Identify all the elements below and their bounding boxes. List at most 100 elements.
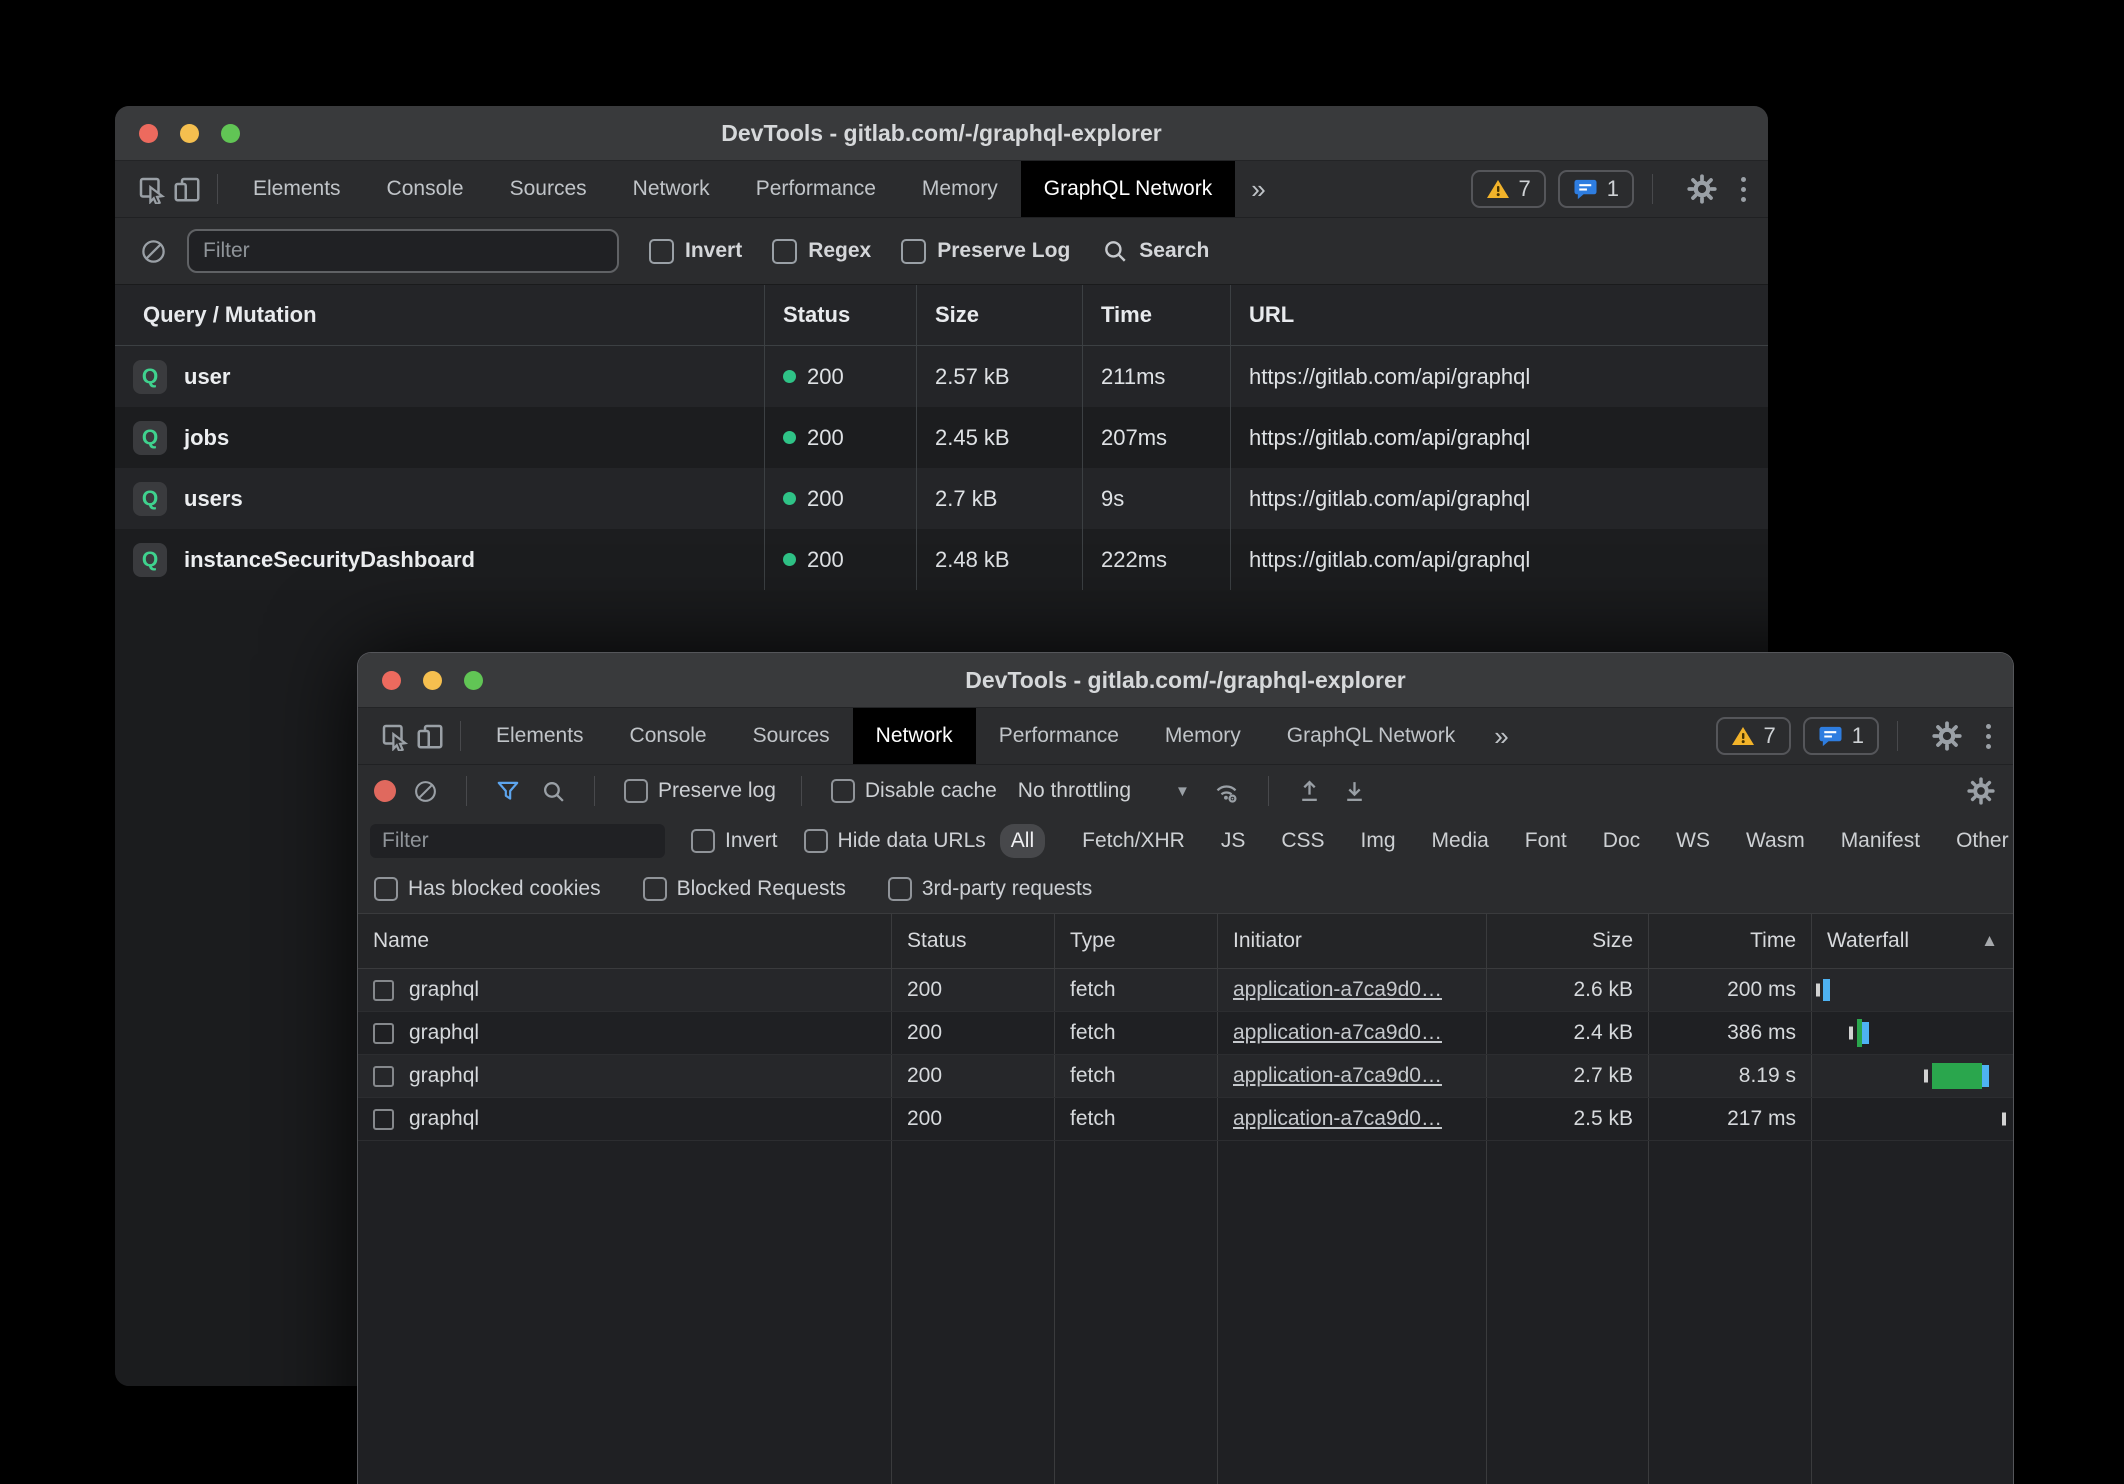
blocked-requests-checkbox[interactable]: Blocked Requests <box>643 877 846 901</box>
type-filter-doc[interactable]: Doc <box>1592 824 1651 858</box>
invert-checkbox[interactable]: Invert <box>691 829 778 853</box>
col-time[interactable]: Time <box>1083 285 1231 345</box>
tab-elements[interactable]: Elements <box>230 161 364 217</box>
tab-console[interactable]: Console <box>364 161 487 217</box>
type-filter-other[interactable]: Other <box>1945 824 2014 858</box>
type-filter-font[interactable]: Font <box>1514 824 1578 858</box>
checkbox[interactable] <box>643 877 667 901</box>
hide-data-urls-checkbox[interactable]: Hide data URLs <box>804 829 986 853</box>
warnings-badge[interactable]: 7 <box>1716 717 1791 755</box>
col-time[interactable]: Time <box>1649 914 1812 968</box>
more-tabs-chevron-icon[interactable]: » <box>1494 721 1508 752</box>
col-initiator[interactable]: Initiator <box>1218 914 1487 968</box>
checkbox[interactable] <box>649 239 674 264</box>
checkbox[interactable] <box>691 829 715 853</box>
row-checkbox[interactable] <box>373 1023 394 1044</box>
tab-console[interactable]: Console <box>607 708 730 764</box>
preserve-log-checkbox[interactable]: Preserve Log <box>901 239 1070 264</box>
settings-gear-icon[interactable] <box>1687 174 1717 204</box>
third-party-requests-checkbox[interactable]: 3rd-party requests <box>888 877 1092 901</box>
tab-sources[interactable]: Sources <box>730 708 853 764</box>
invert-checkbox[interactable]: Invert <box>649 239 742 264</box>
request-row[interactable]: graphql 200 fetch application-a7ca9d0… 2… <box>358 969 2013 1012</box>
tab-performance[interactable]: Performance <box>976 708 1142 764</box>
checkbox[interactable] <box>901 239 926 264</box>
disable-cache-checkbox[interactable]: Disable cache <box>831 779 997 803</box>
type-filter-fetch-xhr[interactable]: Fetch/XHR <box>1071 824 1196 858</box>
tab-performance[interactable]: Performance <box>733 161 899 217</box>
tab-sources[interactable]: Sources <box>487 161 610 217</box>
has-blocked-cookies-checkbox[interactable]: Has blocked cookies <box>374 877 601 901</box>
checkbox[interactable] <box>374 877 398 901</box>
tab-graphql-network[interactable]: GraphQL Network <box>1021 161 1235 217</box>
initiator-link[interactable]: application-a7ca9d0… <box>1233 1107 1442 1131</box>
type-filter-img[interactable]: Img <box>1350 824 1407 858</box>
titlebar[interactable]: DevTools - gitlab.com/-/graphql-explorer <box>115 106 1768 161</box>
initiator-link[interactable]: application-a7ca9d0… <box>1233 1064 1442 1088</box>
type-filter-media[interactable]: Media <box>1421 824 1500 858</box>
zoom-button[interactable] <box>221 124 240 143</box>
table-row[interactable]: Quser 200 2.57 kB 211ms https://gitlab.c… <box>115 346 1768 407</box>
close-button[interactable] <box>139 124 158 143</box>
col-size[interactable]: Size <box>1487 914 1649 968</box>
search-icon[interactable] <box>537 775 569 807</box>
tab-memory[interactable]: Memory <box>1142 708 1264 764</box>
col-size[interactable]: Size <box>917 285 1083 345</box>
network-filter-input[interactable] <box>370 824 665 858</box>
export-har-icon[interactable] <box>1339 775 1371 807</box>
device-toolbar-icon[interactable] <box>412 718 448 754</box>
kebab-menu-icon[interactable] <box>1986 724 1991 749</box>
row-checkbox[interactable] <box>373 1066 394 1087</box>
initiator-link[interactable]: application-a7ca9d0… <box>1233 978 1442 1002</box>
filter-input[interactable] <box>187 229 619 273</box>
col-waterfall[interactable]: Waterfall ▲ <box>1812 914 2013 968</box>
type-filter-js[interactable]: JS <box>1210 824 1257 858</box>
regex-checkbox[interactable]: Regex <box>772 239 871 264</box>
issues-badge[interactable]: 1 <box>1803 717 1879 755</box>
preserve-log-checkbox[interactable]: Preserve log <box>624 779 776 803</box>
type-filter-css[interactable]: CSS <box>1270 824 1335 858</box>
tab-network[interactable]: Network <box>610 161 733 217</box>
tab-elements[interactable]: Elements <box>473 708 607 764</box>
inspect-element-icon[interactable] <box>133 171 169 207</box>
tab-graphql-network[interactable]: GraphQL Network <box>1264 708 1478 764</box>
more-tabs-chevron-icon[interactable]: » <box>1251 174 1265 205</box>
zoom-button[interactable] <box>464 671 483 690</box>
kebab-menu-icon[interactable] <box>1741 177 1746 202</box>
col-type[interactable]: Type <box>1055 914 1218 968</box>
settings-gear-icon[interactable] <box>1932 721 1962 751</box>
network-settings-gear-icon[interactable] <box>1965 775 1997 807</box>
checkbox[interactable] <box>888 877 912 901</box>
block-icon[interactable] <box>135 233 171 269</box>
checkbox[interactable] <box>624 779 648 803</box>
type-filter-manifest[interactable]: Manifest <box>1830 824 1931 858</box>
checkbox[interactable] <box>831 779 855 803</box>
row-checkbox[interactable] <box>373 1109 394 1130</box>
throttling-select[interactable]: No throttling ▼ <box>1018 779 1190 803</box>
col-name[interactable]: Name <box>358 914 892 968</box>
issues-badge[interactable]: 1 <box>1558 170 1634 208</box>
network-conditions-icon[interactable] <box>1211 775 1243 807</box>
close-button[interactable] <box>382 671 401 690</box>
request-row[interactable]: graphql 200 fetch application-a7ca9d0… 2… <box>358 1055 2013 1098</box>
checkbox[interactable] <box>772 239 797 264</box>
col-query-mutation[interactable]: Query / Mutation <box>115 285 765 345</box>
col-status[interactable]: Status <box>892 914 1055 968</box>
import-har-icon[interactable] <box>1294 775 1326 807</box>
col-url[interactable]: URL <box>1231 285 1768 345</box>
search-toggle[interactable]: Search <box>1102 238 1209 264</box>
titlebar[interactable]: DevTools - gitlab.com/-/graphql-explorer <box>358 653 2013 708</box>
minimize-button[interactable] <box>180 124 199 143</box>
type-filter-ws[interactable]: WS <box>1665 824 1721 858</box>
row-checkbox[interactable] <box>373 980 394 1001</box>
checkbox[interactable] <box>804 829 828 853</box>
clear-network-log-icon[interactable] <box>409 775 441 807</box>
table-row[interactable]: Qjobs 200 2.45 kB 207ms https://gitlab.c… <box>115 407 1768 468</box>
initiator-link[interactable]: application-a7ca9d0… <box>1233 1021 1442 1045</box>
request-row[interactable]: graphql 200 fetch application-a7ca9d0… 2… <box>358 1012 2013 1055</box>
warnings-badge[interactable]: 7 <box>1471 170 1546 208</box>
table-row[interactable]: Qusers 200 2.7 kB 9s https://gitlab.com/… <box>115 468 1768 529</box>
type-filter-wasm[interactable]: Wasm <box>1735 824 1816 858</box>
type-filter-all[interactable]: All <box>1000 824 1045 858</box>
col-status[interactable]: Status <box>765 285 917 345</box>
